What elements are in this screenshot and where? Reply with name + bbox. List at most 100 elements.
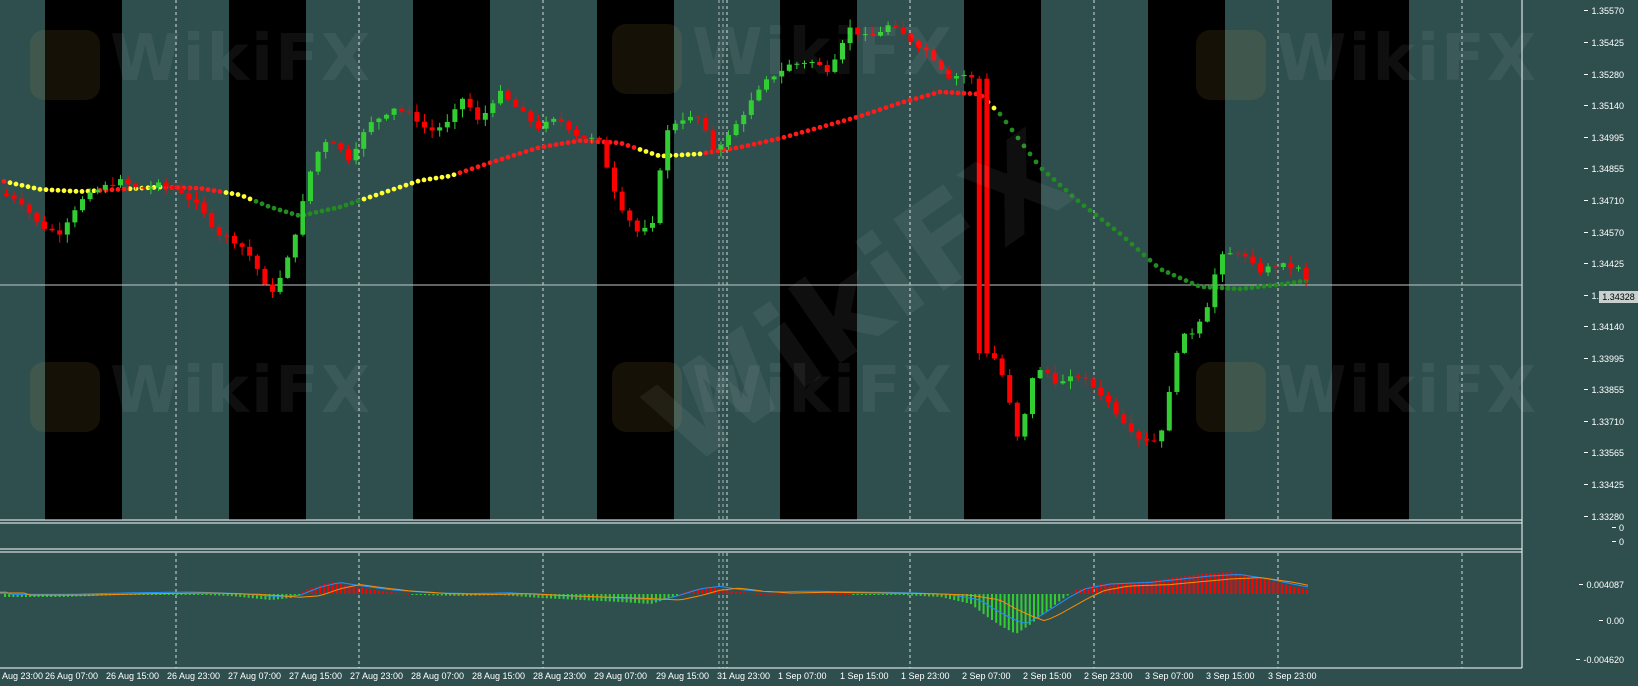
candle-body <box>1037 370 1043 379</box>
bear-candle <box>1106 391 1111 408</box>
ma-dot <box>1063 187 1069 193</box>
session-band <box>45 0 122 520</box>
macd-histogram-bar <box>428 594 431 596</box>
macd-histogram-bar <box>562 594 565 600</box>
ma-dot <box>487 160 493 166</box>
macd-histogram-bar <box>881 594 884 595</box>
ma-dot <box>517 151 523 156</box>
ma-dot <box>895 101 901 107</box>
ma-dot <box>79 189 85 194</box>
bear-candle <box>26 201 32 220</box>
macd-histogram-bar <box>995 594 998 623</box>
macd-histogram-bar <box>718 588 720 594</box>
ma-dot <box>211 188 217 193</box>
ma-dot <box>1027 151 1033 157</box>
ma-dot <box>775 136 781 142</box>
bull-candle <box>1296 265 1301 272</box>
macd-histogram-bar <box>579 594 582 600</box>
candle-body <box>999 358 1005 376</box>
candle-body <box>1220 254 1225 275</box>
candle-body <box>57 230 63 235</box>
ma-dot <box>1135 247 1141 252</box>
ma-dot <box>541 144 547 150</box>
ma-dot <box>943 89 949 95</box>
macd-histogram-bar <box>394 592 397 594</box>
bull-candle <box>1166 386 1172 432</box>
macd-histogram-bar <box>390 592 393 594</box>
ma-dot <box>757 140 763 146</box>
bear-candle <box>1083 371 1089 386</box>
ma-dot <box>67 188 73 194</box>
candle-body <box>26 204 32 213</box>
ma-dot <box>853 114 859 120</box>
macd-histogram-bar <box>352 586 355 594</box>
ma-dot <box>1189 280 1195 286</box>
ma-dot <box>1177 275 1183 281</box>
price-chart-canvas[interactable] <box>0 0 1638 686</box>
ma-dot <box>745 143 751 148</box>
ma-dot <box>1129 241 1135 247</box>
macd-histogram-bar <box>743 592 746 594</box>
session-band <box>413 0 490 520</box>
time-axis-label: 2 Sep 15:00 <box>1023 671 1072 681</box>
candle-body <box>589 137 595 139</box>
macd-histogram-bar <box>226 594 229 596</box>
bear-candle <box>1235 250 1241 259</box>
candle-body <box>946 69 952 79</box>
bull-candle <box>733 120 739 137</box>
bear-candle <box>923 42 929 59</box>
candle-body <box>277 277 283 292</box>
ma-dot <box>307 211 313 217</box>
macd-histogram-bar <box>184 594 187 595</box>
macd-histogram-bar <box>365 588 368 594</box>
macd-histogram-bar <box>566 594 569 600</box>
bear-candle <box>330 140 336 144</box>
ma-dot <box>523 149 529 155</box>
bull-candle <box>1212 268 1218 314</box>
candle-body <box>1068 376 1073 382</box>
ma-dot <box>571 139 577 145</box>
bull-candle <box>1022 412 1028 441</box>
candle-body <box>581 135 587 139</box>
candle-body <box>315 151 321 172</box>
macd-histogram-bar <box>1070 592 1073 594</box>
ma-dot <box>637 147 643 152</box>
macd-histogram-bar <box>520 594 523 597</box>
macd-histogram-bar <box>923 594 926 597</box>
ma-dot <box>1159 267 1165 273</box>
bull-candle <box>376 117 382 130</box>
macd-histogram-bar <box>894 594 897 595</box>
macd-histogram-bar <box>1041 594 1044 615</box>
ma-dot <box>31 185 37 191</box>
price-axis-label: 1.34710 <box>1584 196 1624 206</box>
bear-candle <box>1288 256 1294 277</box>
candle-body <box>224 235 230 237</box>
ma-dot <box>631 145 637 150</box>
macd-histogram-bar <box>159 594 162 595</box>
bull-candle <box>680 112 686 130</box>
ma-dot <box>1225 285 1231 291</box>
trading-chart-window[interactable]: WikiFX WikiFX WikiFX WikiFX WikiFX WikiF… <box>0 0 1638 686</box>
macd-histogram-bar <box>730 591 733 594</box>
bear-candle <box>4 188 9 198</box>
macd-histogram-bar <box>932 594 935 597</box>
candle-body <box>467 98 473 108</box>
macd-histogram-bar <box>1264 579 1266 594</box>
macd-histogram-bar <box>919 594 922 596</box>
macd-histogram-bar <box>1306 589 1308 594</box>
ma-dot <box>613 140 619 146</box>
bear-candle <box>346 144 351 165</box>
bull-candle <box>741 111 747 132</box>
bear-candle <box>900 21 906 35</box>
candle-body <box>209 212 215 227</box>
macd-histogram-bar <box>764 593 767 595</box>
ma-dot <box>1111 226 1117 232</box>
macd-histogram-bar <box>1003 594 1006 628</box>
ma-dot <box>1291 280 1297 285</box>
ma-dot <box>1255 284 1261 290</box>
candle-body <box>384 114 389 119</box>
bear-candle <box>171 182 177 192</box>
candle-body <box>490 103 496 113</box>
candle-body <box>140 187 146 189</box>
ma-dot <box>331 205 337 211</box>
